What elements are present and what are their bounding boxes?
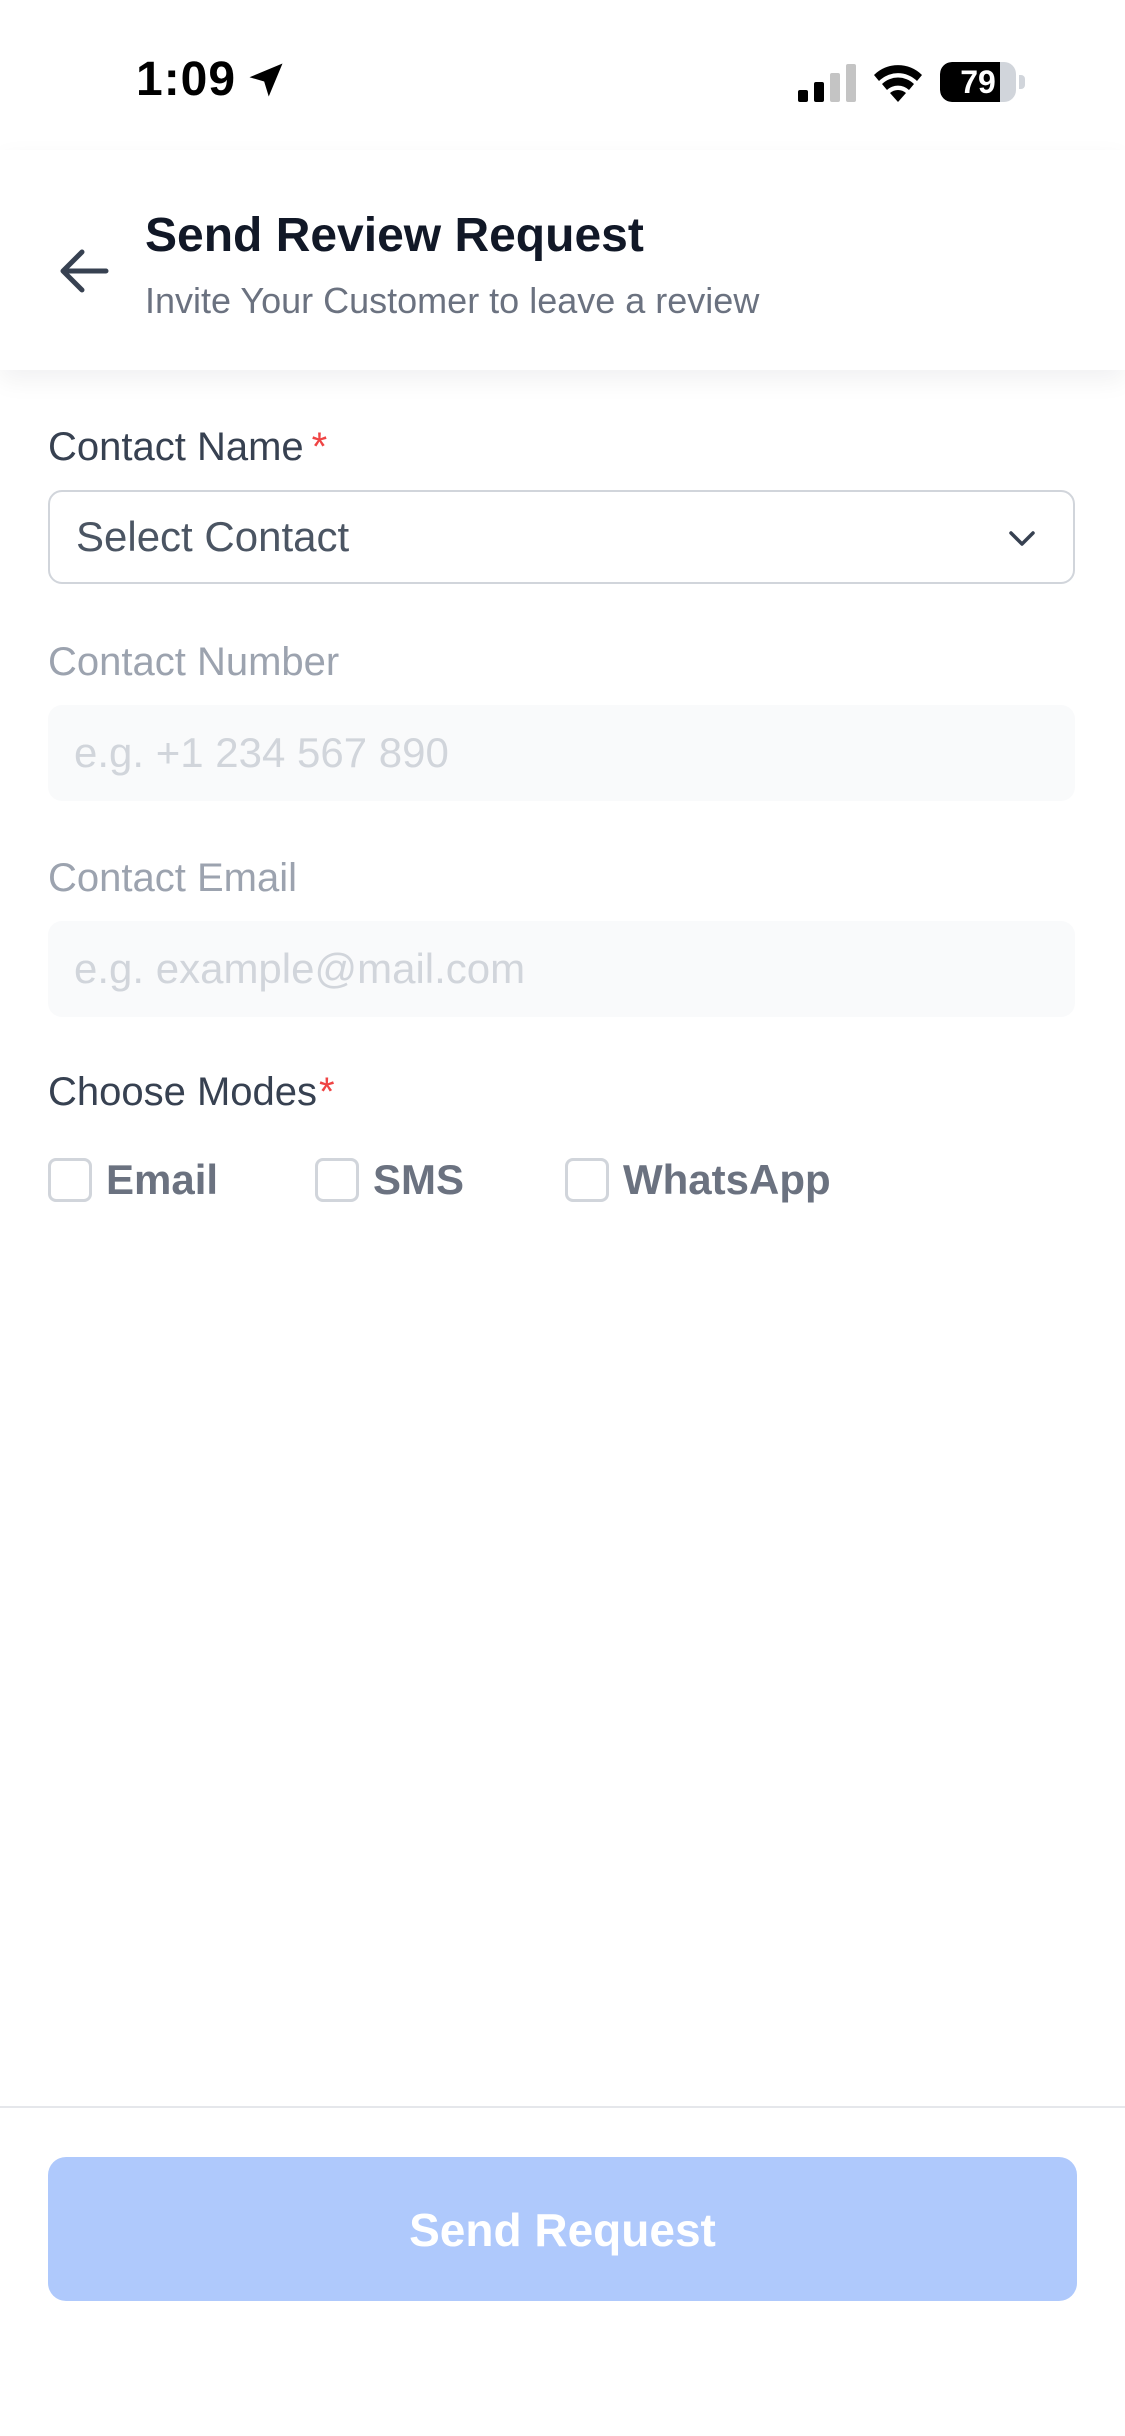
cellular-signal-icon <box>798 64 856 102</box>
battery-icon: 79 <box>940 62 1026 102</box>
contact-select-value: Select Contact <box>76 513 350 560</box>
footer-divider <box>0 2106 1125 2108</box>
whatsapp-checkbox[interactable] <box>565 1158 609 1202</box>
status-bar: 1:09 79 <box>0 0 1125 150</box>
arrow-left-icon[interactable] <box>50 236 120 306</box>
mode-email-label: Email <box>106 1156 219 1203</box>
contact-email-label: Contact Email <box>48 856 297 900</box>
choose-modes-label: Choose Modes* <box>48 1070 335 1115</box>
mode-sms-option[interactable]: SMS <box>315 1154 464 1206</box>
contact-email-field[interactable] <box>48 921 1075 1017</box>
send-request-button[interactable]: Send Request <box>48 2157 1077 2301</box>
page-subtitle: Invite Your Customer to leave a review <box>145 280 760 321</box>
battery-level-text: 79 <box>960 64 996 100</box>
contact-number-field[interactable] <box>48 705 1075 801</box>
sms-checkbox[interactable] <box>315 1158 359 1202</box>
contact-name-label: Contact Name * <box>48 425 327 470</box>
mode-sms-label: SMS <box>373 1156 465 1203</box>
contact-select[interactable]: Select Contact <box>48 490 1075 584</box>
email-checkbox[interactable] <box>48 1158 92 1202</box>
location-arrow-icon <box>249 63 283 97</box>
required-mark: * <box>319 1070 335 1114</box>
chevron-down-icon <box>1009 531 1035 546</box>
mode-whatsapp-option[interactable]: WhatsApp <box>565 1154 831 1206</box>
required-mark: * <box>311 425 328 469</box>
wifi-icon <box>874 65 922 102</box>
mode-whatsapp-label: WhatsApp <box>623 1156 831 1203</box>
page-title: Send Review Request <box>145 209 644 262</box>
page-header: Send Review Request Invite Your Customer… <box>0 150 1125 370</box>
contact-name-label-text: Contact Name <box>48 425 304 469</box>
status-time: 1:09 <box>136 53 237 106</box>
contact-number-label: Contact Number <box>48 640 340 684</box>
choose-modes-label-text: Choose Modes <box>48 1070 318 1114</box>
mode-email-option[interactable]: Email <box>48 1154 218 1206</box>
